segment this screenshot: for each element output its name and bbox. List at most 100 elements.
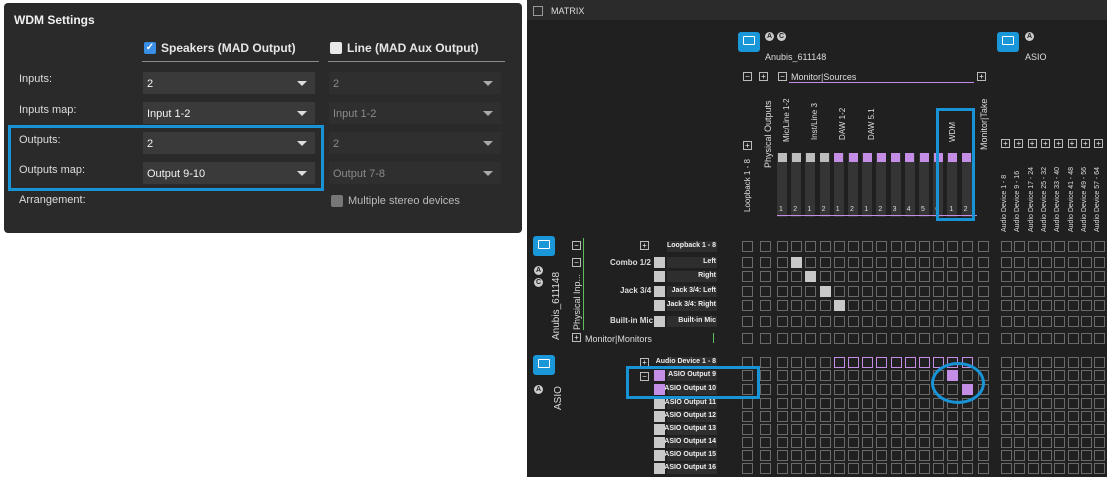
matrix-cell[interactable] <box>1027 450 1039 461</box>
matrix-cell[interactable] <box>1080 411 1092 422</box>
matrix-cell[interactable] <box>961 437 973 448</box>
matrix-cell[interactable] <box>1027 411 1039 422</box>
matrix-cell[interactable] <box>947 398 959 409</box>
matrix-cell[interactable] <box>933 241 945 252</box>
matrix-cell[interactable] <box>742 241 753 252</box>
matrix-cell[interactable] <box>933 463 945 474</box>
matrix-cell[interactable] <box>961 384 973 395</box>
matrix-cell[interactable] <box>1027 437 1039 448</box>
matrix-cell[interactable] <box>919 357 930 368</box>
collapse-button[interactable]: − <box>572 258 581 267</box>
matrix-cell[interactable] <box>791 398 803 409</box>
matrix-cell[interactable] <box>1094 384 1106 395</box>
matrix-cell[interactable] <box>742 357 753 368</box>
line-checkbox[interactable] <box>330 42 342 54</box>
matrix-cell[interactable] <box>791 241 803 252</box>
matrix-cell[interactable] <box>760 257 771 268</box>
matrix-cell[interactable] <box>947 300 959 311</box>
matrix-cell[interactable] <box>961 463 973 474</box>
matrix-cell[interactable] <box>833 286 845 297</box>
matrix-cell[interactable] <box>791 286 803 297</box>
matrix-cell[interactable] <box>1027 424 1039 435</box>
matrix-cell[interactable] <box>961 300 973 311</box>
expand-button[interactable]: + <box>1040 139 1050 148</box>
matrix-cell[interactable] <box>947 286 959 297</box>
matrix-cell[interactable] <box>978 357 989 368</box>
matrix-cell[interactable] <box>947 463 959 474</box>
matrix-cell[interactable] <box>919 370 930 381</box>
expand-button[interactable]: + <box>759 72 768 81</box>
matrix-cell[interactable] <box>904 286 916 297</box>
matrix-cell[interactable] <box>876 411 888 422</box>
matrix-cell[interactable] <box>848 450 859 461</box>
matrix-cell[interactable] <box>919 398 930 409</box>
matrix-cell[interactable] <box>791 411 803 422</box>
matrix-cell[interactable] <box>947 384 959 395</box>
expand-button[interactable]: + <box>1080 139 1090 148</box>
matrix-cell[interactable] <box>1001 450 1012 461</box>
matrix-cell[interactable] <box>933 333 945 344</box>
inputs-speakers-select[interactable]: 2 <box>143 72 315 94</box>
matrix-cell[interactable] <box>919 424 930 435</box>
matrix-cell[interactable] <box>876 300 888 311</box>
matrix-cell[interactable] <box>876 398 888 409</box>
matrix-cell[interactable] <box>805 450 817 461</box>
matrix-cell[interactable] <box>805 316 817 327</box>
matrix-cell[interactable] <box>1040 463 1052 474</box>
matrix-cell[interactable] <box>819 463 831 474</box>
matrix-cell[interactable] <box>791 357 803 368</box>
matrix-cell[interactable] <box>742 398 753 409</box>
matrix-cell[interactable] <box>777 398 788 409</box>
matrix-cell[interactable] <box>1014 370 1026 381</box>
matrix-cell[interactable] <box>1094 300 1106 311</box>
matrix-cell[interactable] <box>1067 398 1079 409</box>
matrix-cell[interactable] <box>848 271 859 282</box>
matrix-cell[interactable] <box>1094 411 1106 422</box>
matrix-cell[interactable] <box>819 398 831 409</box>
matrix-cell[interactable] <box>876 241 888 252</box>
matrix-cell[interactable] <box>904 333 916 344</box>
matrix-cell[interactable] <box>1094 450 1106 461</box>
matrix-cell[interactable] <box>791 424 803 435</box>
matrix-cell[interactable] <box>805 398 817 409</box>
matrix-cell[interactable] <box>1080 257 1092 268</box>
matrix-cell[interactable] <box>805 300 817 311</box>
matrix-cell[interactable] <box>947 316 959 327</box>
matrix-cell[interactable] <box>933 437 945 448</box>
matrix-cell[interactable] <box>777 437 788 448</box>
matrix-cell[interactable] <box>1027 286 1039 297</box>
matrix-cell[interactable] <box>805 424 817 435</box>
collapse-button[interactable]: − <box>640 372 649 381</box>
matrix-cell[interactable] <box>833 437 845 448</box>
matrix-cell[interactable] <box>1014 241 1026 252</box>
matrix-cell[interactable] <box>742 384 753 395</box>
matrix-cell[interactable] <box>777 370 788 381</box>
matrix-cell[interactable] <box>1067 316 1079 327</box>
matrix-cell[interactable] <box>1080 286 1092 297</box>
matrix-cell[interactable] <box>1067 450 1079 461</box>
matrix-cell[interactable] <box>862 384 874 395</box>
matrix-cell[interactable] <box>833 271 845 282</box>
matrix-cell[interactable] <box>791 333 803 344</box>
matrix-cell[interactable] <box>1001 398 1012 409</box>
matrix-cell[interactable] <box>890 357 902 368</box>
matrix-cell[interactable] <box>760 286 771 297</box>
matrix-cell[interactable] <box>978 286 989 297</box>
matrix-cell[interactable] <box>819 437 831 448</box>
matrix-cell[interactable] <box>933 398 945 409</box>
matrix-cell[interactable] <box>777 450 788 461</box>
matrix-cell[interactable] <box>805 384 817 395</box>
matrix-cell[interactable] <box>848 357 859 368</box>
matrix-cell[interactable] <box>961 411 973 422</box>
matrix-cell[interactable] <box>862 450 874 461</box>
matrix-cell[interactable] <box>1080 300 1092 311</box>
matrix-cell[interactable] <box>919 316 930 327</box>
matrix-cell[interactable] <box>833 370 845 381</box>
matrix-cell[interactable] <box>1001 333 1012 344</box>
matrix-cell[interactable] <box>1054 316 1066 327</box>
matrix-cell[interactable] <box>947 424 959 435</box>
matrix-cell[interactable] <box>1067 257 1079 268</box>
matrix-cell[interactable] <box>1001 370 1012 381</box>
matrix-cell[interactable] <box>833 384 845 395</box>
matrix-cell[interactable] <box>1014 384 1026 395</box>
